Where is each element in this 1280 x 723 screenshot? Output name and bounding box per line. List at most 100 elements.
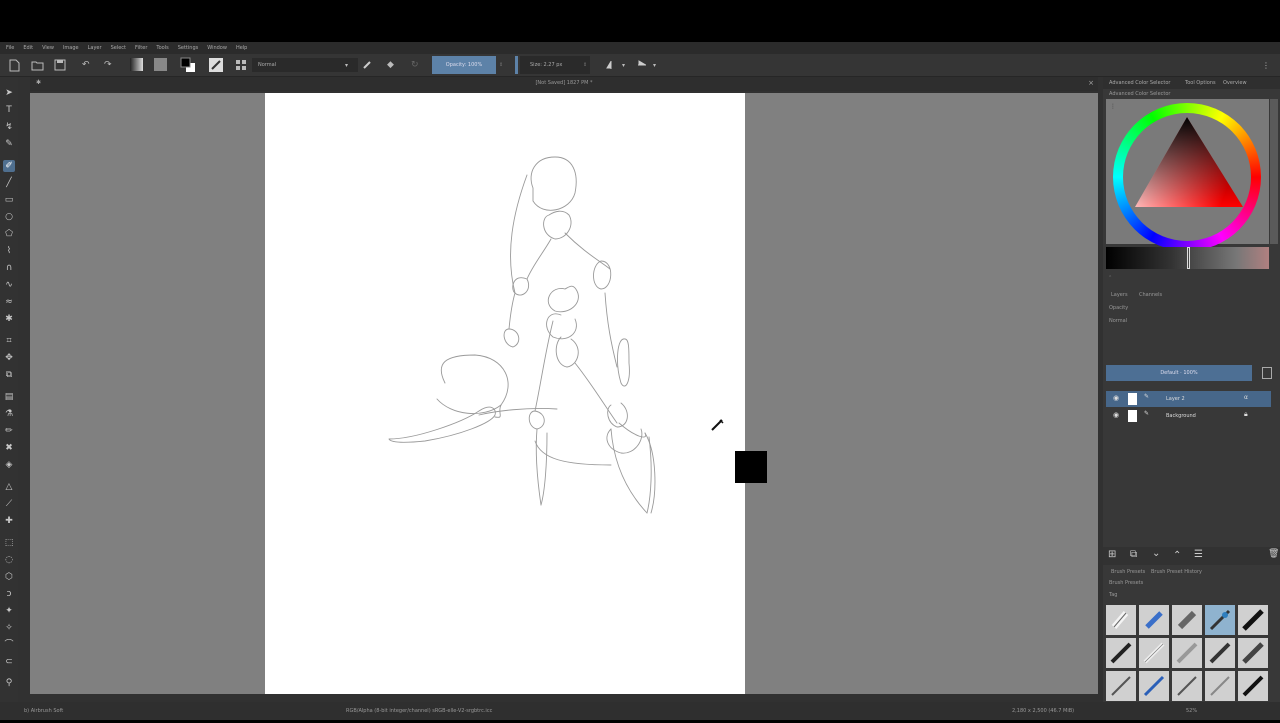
save-icon[interactable] [54,58,66,72]
dynamic-brush-icon[interactable]: ≈ [3,296,15,308]
bezier-selection-icon[interactable]: ⌒ [3,639,15,651]
tab-overview[interactable]: Overview [1223,80,1247,86]
tab-brush-presets[interactable]: Brush Presets [1111,569,1145,575]
polyline-tool-icon[interactable]: ⌇ [3,245,15,257]
menu-help[interactable]: Help [236,45,247,51]
gradient-cursor[interactable] [1187,247,1190,269]
edit-shapes-icon[interactable]: ↯ [3,121,15,133]
brush-preset-charcoal[interactable] [1238,638,1268,668]
menu-view[interactable]: View [42,45,54,51]
color-picker-icon[interactable]: ⚗ [3,408,15,420]
colorize-mask-icon[interactable]: ✏ [3,425,15,437]
chevron-down-icon[interactable]: ▾ [622,58,625,72]
grid-icon[interactable] [235,58,247,72]
layer-name[interactable]: Layer 2 [1166,396,1185,402]
layer-properties-bar[interactable]: Default · 100% [1106,365,1252,381]
fill-tool-icon[interactable]: ◈ [3,459,15,471]
menu-layer[interactable]: Layer [88,45,102,51]
rectangle-tool-icon[interactable]: ▭ [3,194,15,206]
menu-select[interactable]: Select [111,45,126,51]
smart-patch-icon[interactable]: ✖ [3,442,15,454]
tab-tool-options[interactable]: Tool Options [1185,80,1216,86]
menu-filter[interactable]: Filter [135,45,147,51]
brush-preset-icon[interactable] [208,58,224,72]
close-icon[interactable]: × [1088,79,1094,87]
opacity-slider[interactable]: Opacity: 100% [432,56,496,74]
drawing-page[interactable] [265,93,745,694]
brush-preset-black-pen[interactable] [1106,638,1136,668]
menu-file[interactable]: File [6,45,14,51]
brush-preset-eraser[interactable] [1106,605,1136,635]
text-tool-icon[interactable]: T [3,104,15,116]
foreground-background-color-icon[interactable] [180,57,196,72]
tag-select[interactable]: Tag [1109,592,1269,598]
color-history-strip[interactable] [1270,99,1278,244]
brush-preset-silver-brush[interactable] [1172,638,1202,668]
mirror-vertical-icon[interactable] [637,58,647,72]
mirror-horizontal-icon[interactable] [606,58,616,72]
opacity-spin-arrows-icon[interactable]: ⇕ [499,58,503,72]
size-spin-arrows-icon[interactable]: ⇕ [583,58,587,72]
brush-preset-airbrush-soft[interactable] [1205,605,1235,635]
menu-image[interactable]: Image [63,45,79,51]
calligraphy-icon[interactable]: ✎ [3,138,15,150]
tab-layers[interactable]: Layers [1111,292,1128,298]
open-folder-icon[interactable] [31,58,44,72]
brush-preset-blue-marker[interactable] [1139,605,1169,635]
tab-channels[interactable]: Channels [1139,292,1162,298]
duplicate-layer-icon[interactable]: ⧉ [1130,549,1137,560]
lock-icon[interactable]: 🔒︎ [1244,410,1248,419]
transform-tool-icon[interactable]: ⧉ [3,369,15,381]
contiguous-selection-icon[interactable]: ✦ [3,605,15,617]
zoom-tool-icon[interactable]: ⚲ [3,677,15,689]
toolbar-overflow-icon[interactable]: ⋮ [1262,58,1270,72]
redo-icon[interactable]: ↷ [104,58,112,72]
move-layer-up-icon[interactable]: ⌃ [1173,550,1181,561]
crop-tool-icon[interactable]: ⌗ [3,335,15,347]
document-tab-title[interactable]: [Not Saved] 1827 PM * [30,80,1098,86]
tab-advanced-color-selector[interactable]: Advanced Color Selector [1109,80,1170,86]
brush-preset-light-pencil[interactable] [1205,671,1235,701]
chevron-down-icon[interactable]: ▾ [653,58,656,72]
eye-icon[interactable]: ◉ [1113,411,1119,419]
brush-preset-pencil-2[interactable] [1106,671,1136,701]
magnetic-selection-icon[interactable]: ⊂ [3,656,15,668]
brush-preset-black-brush[interactable] [1238,671,1268,701]
brush-preset-white-pencil[interactable] [1139,638,1169,668]
gradient-swatch[interactable] [130,58,143,71]
gradient-tool-icon[interactable]: ▤ [3,391,15,403]
layer-row-background[interactable]: ◉ ✎ Background 🔒︎ [1106,408,1271,424]
eye-icon[interactable]: ◉ [1113,394,1119,402]
canvas-area[interactable] [30,93,1098,694]
freehand-selection-icon[interactable]: ↄ [3,588,15,600]
layer-properties-icon[interactable]: ☰ [1194,549,1203,560]
move-tool-icon[interactable]: ✥ [3,352,15,364]
layer-row-layer-2[interactable]: ◉ ✎ Layer 2 α [1106,391,1271,407]
brush-preset-dark-brush[interactable] [1205,638,1235,668]
chevron-up-icon[interactable]: ⌃ [1108,275,1112,281]
similar-color-selection-icon[interactable]: ✧ [3,622,15,634]
freehand-brush-icon[interactable]: ✐ [3,160,15,172]
freehand-path-icon[interactable]: ∿ [3,279,15,291]
size-slider[interactable]: Size: 2.27 px [520,56,590,74]
polygonal-selection-icon[interactable]: ⬡ [3,571,15,583]
ellipse-tool-icon[interactable]: ○ [3,211,15,223]
eraser-mode-icon[interactable] [362,58,372,72]
tab-brush-preset-history[interactable]: Brush Preset History [1151,569,1202,575]
advanced-color-selector[interactable]: ⋮ [1106,99,1269,251]
delete-layer-icon[interactable]: 🗑︎ [1268,549,1279,559]
alpha-lock-icon[interactable]: ◆ [387,58,394,72]
measure-tool-icon[interactable]: ⟋ [3,498,15,510]
reference-images-icon[interactable]: ✚ [3,515,15,527]
brush-preset-gray-marker[interactable] [1172,605,1202,635]
bezier-curve-icon[interactable]: ∩ [3,262,15,274]
move-layer-down-icon[interactable]: ⌄ [1152,548,1160,559]
multibrush-icon[interactable]: ✱ [3,313,15,325]
brush-preset-fine-liner[interactable] [1172,671,1202,701]
add-layer-icon[interactable]: ⊞ [1108,549,1116,560]
alpha-inherit-icon[interactable]: α [1244,394,1248,401]
polygon-tool-icon[interactable]: ⬠ [3,228,15,240]
select-shapes-icon[interactable]: ➤ [3,87,15,99]
pattern-swatch[interactable] [154,58,167,71]
saturation-value-triangle[interactable] [1113,103,1261,251]
